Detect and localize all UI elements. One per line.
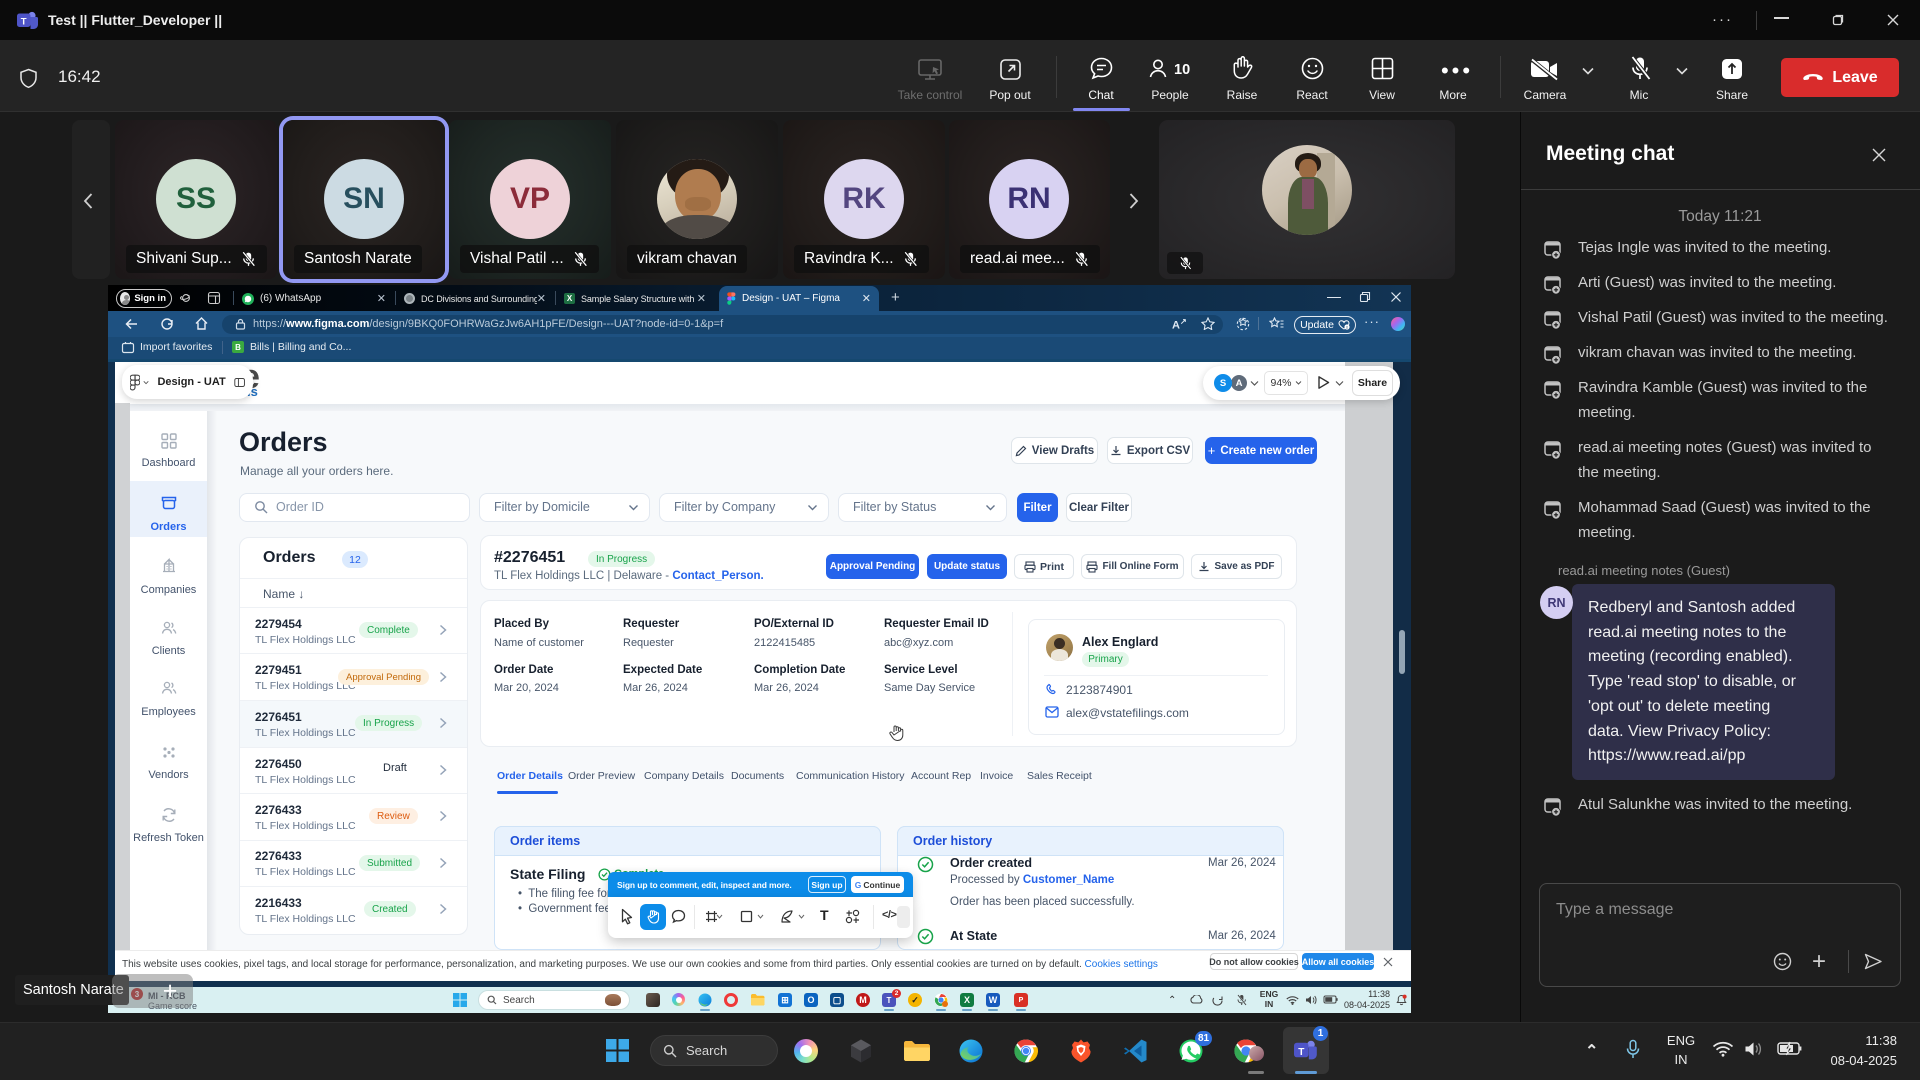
svg-text:T: T — [1298, 1047, 1304, 1058]
svg-text:T: T — [21, 17, 27, 28]
